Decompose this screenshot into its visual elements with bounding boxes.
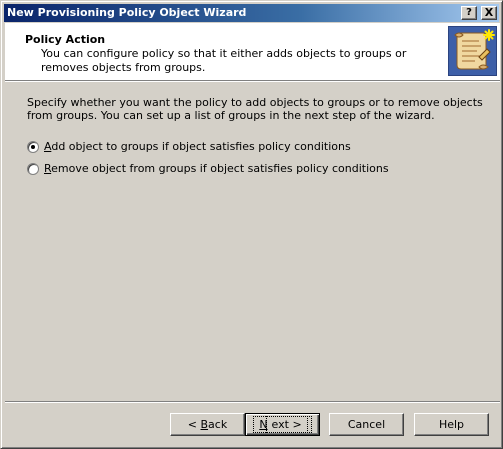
wizard-window: New Provisioning Policy Object Wizard ? … bbox=[0, 0, 503, 449]
page-description: You can configure policy so that it eith… bbox=[41, 47, 407, 74]
scroll-policy-icon bbox=[448, 26, 497, 76]
next-button[interactable]: Next > bbox=[245, 413, 320, 436]
window-title: New Provisioning Policy Object Wizard bbox=[7, 6, 247, 19]
title-buttons: ? X bbox=[461, 6, 497, 20]
cancel-button[interactable]: Cancel bbox=[329, 413, 404, 436]
back-button[interactable]: < Back bbox=[170, 413, 245, 436]
footer-divider-highlight bbox=[5, 402, 500, 403]
option-add-label: Add object to groups if object satisfies… bbox=[44, 140, 351, 153]
instruction-text: Specify whether you want the policy to a… bbox=[27, 96, 483, 122]
title-bar[interactable]: New Provisioning Policy Object Wizard ? … bbox=[4, 4, 499, 22]
radio-remove-from-groups[interactable] bbox=[27, 162, 39, 175]
header-divider-highlight bbox=[5, 81, 500, 82]
option-remove-label: Remove object from groups if object sati… bbox=[44, 162, 389, 175]
radio-add-to-groups[interactable] bbox=[27, 140, 39, 153]
help-button[interactable]: Help bbox=[414, 413, 489, 436]
option-add-to-groups[interactable]: Add object to groups if object satisfies… bbox=[27, 140, 351, 153]
option-remove-from-groups[interactable]: Remove object from groups if object sati… bbox=[27, 162, 389, 175]
page-title: Policy Action bbox=[25, 33, 106, 46]
help-title-button[interactable]: ? bbox=[461, 6, 477, 20]
wizard-header: Policy Action You can configure policy s… bbox=[5, 23, 500, 80]
close-title-button[interactable]: X bbox=[481, 6, 497, 20]
